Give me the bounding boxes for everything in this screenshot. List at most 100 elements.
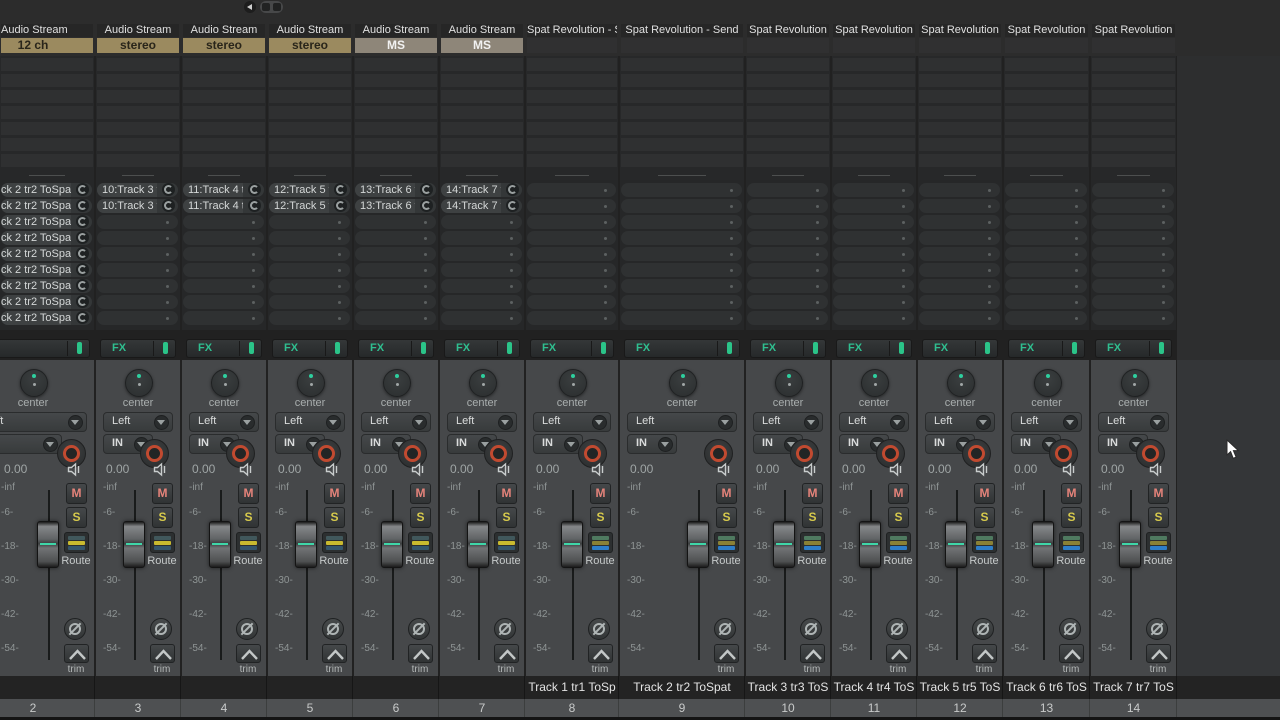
empty-send-slot[interactable] <box>1005 199 1087 213</box>
pan-knob[interactable] <box>383 369 411 397</box>
routing-dropdown[interactable]: Left <box>0 412 87 432</box>
track-name[interactable] <box>96 676 181 699</box>
chevron-down-icon[interactable] <box>154 415 169 430</box>
fx-enabled-indicator[interactable] <box>813 342 818 354</box>
send-pan-knob-icon[interactable] <box>334 199 347 212</box>
fader-handle[interactable] <box>209 521 231 568</box>
empty-send-slot[interactable] <box>621 279 742 293</box>
chevron-down-icon[interactable] <box>1150 415 1165 430</box>
mute-button[interactable]: M <box>888 483 909 504</box>
empty-send-slot[interactable] <box>355 215 436 229</box>
speaker-icon[interactable] <box>411 462 427 482</box>
fx-button[interactable]: FX <box>836 339 912 358</box>
fx-button[interactable]: FX <box>624 339 740 358</box>
track-number[interactable]: 3 <box>96 699 181 717</box>
empty-send-slot[interactable] <box>527 311 616 325</box>
scroll-left-button[interactable] <box>244 1 256 13</box>
send-pan-knob-icon[interactable] <box>76 231 89 244</box>
trim-button[interactable] <box>494 644 519 663</box>
chevron-down-icon[interactable] <box>804 415 819 430</box>
send-slot[interactable]: 14:Track 7 tr <box>441 183 522 197</box>
track-number[interactable]: 13 <box>1004 699 1090 717</box>
send-pan-knob-icon[interactable] <box>76 295 89 308</box>
speaker-icon[interactable] <box>1149 462 1165 482</box>
phase-button[interactable] <box>886 618 908 640</box>
fader-handle[interactable] <box>687 521 709 568</box>
mute-button[interactable]: M <box>1061 483 1082 504</box>
fader-track[interactable] <box>478 490 480 660</box>
volume-readout[interactable]: 0.00 <box>364 462 387 476</box>
track-number[interactable]: 2 <box>0 699 95 717</box>
empty-send-slot[interactable] <box>1005 279 1087 293</box>
pan-knob[interactable] <box>947 369 975 397</box>
track-number[interactable]: 4 <box>182 699 267 717</box>
pan-knob[interactable] <box>297 369 325 397</box>
fader-track[interactable] <box>392 490 394 660</box>
phase-button[interactable] <box>236 618 258 640</box>
track-name[interactable] <box>182 676 267 699</box>
empty-send-slot[interactable] <box>527 295 616 309</box>
send-pan-knob-icon[interactable] <box>76 199 89 212</box>
send-pan-knob-icon[interactable] <box>248 199 261 212</box>
empty-send-slot[interactable] <box>269 279 350 293</box>
io-format-value[interactable]: stereo <box>269 38 351 53</box>
empty-send-slot[interactable] <box>919 295 1000 309</box>
fader-handle[interactable] <box>1119 521 1141 568</box>
speaker-icon[interactable] <box>975 462 991 482</box>
pan-knob[interactable] <box>20 369 48 397</box>
chevron-down-icon[interactable] <box>658 437 673 452</box>
empty-send-slot[interactable] <box>527 183 616 197</box>
empty-send-slot[interactable] <box>355 247 436 261</box>
send-pan-knob-icon[interactable] <box>506 183 519 196</box>
routing-dropdown[interactable]: Left <box>925 412 995 432</box>
empty-send-slot[interactable] <box>919 231 1000 245</box>
chevron-down-icon[interactable] <box>412 415 427 430</box>
empty-send-slot[interactable] <box>269 263 350 277</box>
io-format-value[interactable] <box>1005 38 1088 53</box>
io-format-value[interactable] <box>747 38 829 53</box>
mute-button[interactable]: M <box>1148 483 1169 504</box>
routing-dropdown[interactable]: Left <box>103 412 173 432</box>
empty-send-slot[interactable] <box>833 279 914 293</box>
empty-send-slot[interactable] <box>441 263 522 277</box>
empty-send-slot[interactable] <box>441 231 522 245</box>
empty-send-slot[interactable] <box>1005 231 1087 245</box>
routing-dropdown[interactable]: Left <box>361 412 431 432</box>
send-slot[interactable]: ck 2 tr2 ToSpat <box>1 295 92 309</box>
fx-enabled-indicator[interactable] <box>1072 342 1077 354</box>
solo-button[interactable]: S <box>888 507 909 528</box>
pan-knob[interactable] <box>669 369 697 397</box>
io-format-value[interactable]: stereo <box>183 38 265 53</box>
empty-send-slot[interactable] <box>621 311 742 325</box>
track-number[interactable]: 8 <box>526 699 619 717</box>
send-slot[interactable]: 12:Track 5 tr <box>269 183 350 197</box>
send-slot[interactable]: ck 2 tr2 ToSpat <box>1 279 92 293</box>
routing-dropdown[interactable]: Left <box>533 412 611 432</box>
volume-readout[interactable]: 0.00 <box>106 462 129 476</box>
fader-track[interactable] <box>572 490 574 660</box>
empty-send-slot[interactable] <box>527 263 616 277</box>
fx-button[interactable]: FX <box>186 339 262 358</box>
empty-send-slot[interactable] <box>833 247 914 261</box>
solo-button[interactable]: S <box>1061 507 1082 528</box>
empty-send-slot[interactable] <box>621 183 742 197</box>
send-pan-knob-icon[interactable] <box>76 183 89 196</box>
send-slot[interactable]: 13:Track 6 tr <box>355 183 436 197</box>
send-pan-knob-icon[interactable] <box>506 199 519 212</box>
route-button[interactable] <box>588 532 613 553</box>
send-slot[interactable]: ck 2 tr2 ToSpat <box>1 183 92 197</box>
empty-send-slot[interactable] <box>621 215 742 229</box>
empty-send-slot[interactable] <box>621 231 742 245</box>
fx-button[interactable]: FX <box>530 339 614 358</box>
fx-enabled-indicator[interactable] <box>727 342 732 354</box>
empty-send-slot[interactable] <box>441 311 522 325</box>
empty-send-slot[interactable] <box>919 247 1000 261</box>
chevron-down-icon[interactable] <box>564 437 579 452</box>
send-pan-knob-icon[interactable] <box>162 199 175 212</box>
empty-send-slot[interactable] <box>355 231 436 245</box>
chevron-down-icon[interactable] <box>68 415 83 430</box>
speaker-icon[interactable] <box>717 462 733 482</box>
mute-button[interactable]: M <box>590 483 611 504</box>
chevron-down-icon[interactable] <box>976 415 991 430</box>
empty-send-slot[interactable] <box>355 263 436 277</box>
